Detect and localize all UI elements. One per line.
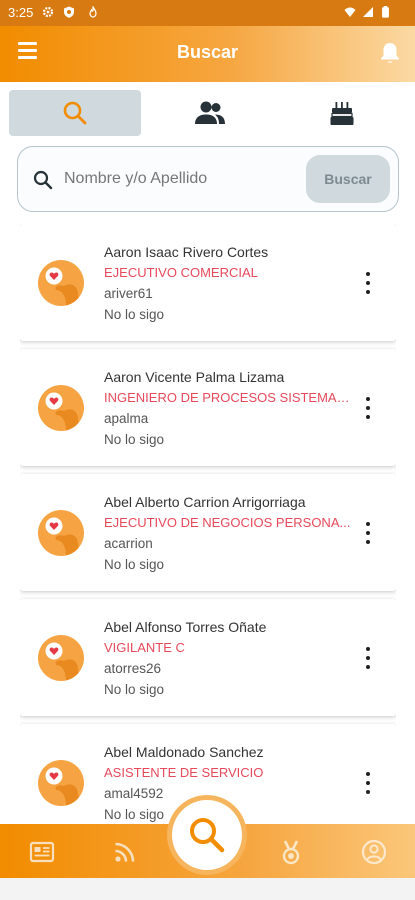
- tab-birthdays[interactable]: [276, 90, 408, 136]
- follow-status: No lo sigo: [104, 682, 165, 697]
- more-vert-icon: [366, 522, 370, 544]
- list-item[interactable]: Abel Alfonso Torres Oñate VIGILANTE C at…: [20, 599, 396, 716]
- search-icon: [63, 101, 87, 125]
- wifi-icon: [344, 7, 356, 17]
- more-options-button[interactable]: [356, 395, 380, 421]
- person-name: Aaron Vicente Palma Lizama: [104, 369, 285, 385]
- person-username: apalma: [104, 411, 149, 426]
- avatar: [38, 385, 84, 431]
- status-bar: 3:25: [0, 0, 415, 26]
- battery-icon: [382, 6, 389, 18]
- person-heart-icon: [45, 517, 80, 556]
- person-username: amal4592: [104, 786, 164, 801]
- person-name: Abel Maldonado Sanchez: [104, 744, 264, 760]
- nav-profile[interactable]: [360, 838, 388, 866]
- rss-icon: [115, 842, 135, 862]
- tab-search[interactable]: [9, 90, 141, 136]
- shield-icon: [64, 6, 74, 18]
- nav-news[interactable]: [28, 838, 56, 866]
- settings-icon: [42, 6, 54, 18]
- bell-icon: [381, 43, 399, 63]
- profile-icon: [361, 839, 387, 865]
- person-username: ariver61: [104, 286, 153, 301]
- avatar: [38, 510, 84, 556]
- search-input[interactable]: [64, 164, 304, 194]
- person-name: Abel Alberto Carrion Arrigorriaga: [104, 494, 306, 510]
- search-icon: [33, 170, 53, 190]
- nav-feed[interactable]: [111, 838, 139, 866]
- person-username: acarrion: [104, 536, 153, 551]
- follow-status: No lo sigo: [104, 807, 165, 822]
- nav-awards[interactable]: [277, 838, 305, 866]
- person-name: Aaron Isaac Rivero Cortes: [104, 244, 269, 260]
- more-options-button[interactable]: [356, 270, 380, 296]
- tab-bar: [0, 82, 415, 140]
- person-heart-icon: [45, 642, 80, 681]
- avatar: [38, 760, 84, 806]
- person-role: INGENIERO DE PROCESOS SISTEMAS ...: [104, 390, 358, 405]
- person-heart-icon: [45, 267, 80, 306]
- more-options-button[interactable]: [356, 520, 380, 546]
- signal-icon: [363, 7, 373, 17]
- results-list: Aaron Isaac Rivero Cortes EJECUTIVO COME…: [20, 224, 396, 824]
- follow-status: No lo sigo: [104, 557, 165, 572]
- avatar: [38, 635, 84, 681]
- person-role: VIGILANTE C: [104, 640, 185, 655]
- person-name: Abel Alfonso Torres Oñate: [104, 619, 267, 635]
- more-vert-icon: [366, 272, 370, 294]
- person-role: EJECUTIVO DE NEGOCIOS PERSONA...: [104, 515, 351, 530]
- fire-icon: [89, 6, 97, 18]
- follow-status: No lo sigo: [104, 432, 165, 447]
- search-box: Buscar: [17, 146, 399, 212]
- person-heart-icon: [45, 767, 80, 806]
- follow-status: No lo sigo: [104, 307, 165, 322]
- list-item[interactable]: Aaron Vicente Palma Lizama INGENIERO DE …: [20, 349, 396, 466]
- more-vert-icon: [366, 772, 370, 794]
- more-options-button[interactable]: [356, 770, 380, 796]
- person-role: EJECUTIVO COMERCIAL: [104, 265, 258, 280]
- list-item[interactable]: Aaron Isaac Rivero Cortes EJECUTIVO COME…: [20, 224, 396, 341]
- status-time: 3:25: [8, 5, 34, 20]
- person-username: atorres26: [104, 661, 162, 676]
- more-options-button[interactable]: [356, 645, 380, 671]
- nav-search-fab[interactable]: [172, 800, 242, 870]
- app-header: Buscar: [0, 26, 415, 82]
- system-gesture-bar: [0, 878, 415, 900]
- tab-people[interactable]: [144, 90, 276, 136]
- birthday-cake-icon: [330, 102, 354, 125]
- more-vert-icon: [366, 397, 370, 419]
- news-icon: [29, 841, 55, 863]
- page-title: Buscar: [176, 42, 239, 62]
- notifications-button[interactable]: [379, 41, 401, 65]
- person-role: ASISTENTE DE SERVICIO: [104, 765, 264, 780]
- list-item[interactable]: Abel Alberto Carrion Arrigorriaga EJECUT…: [20, 474, 396, 591]
- search-button[interactable]: Buscar: [306, 155, 390, 203]
- avatar: [38, 260, 84, 306]
- more-vert-icon: [366, 647, 370, 669]
- person-heart-icon: [45, 392, 80, 431]
- search-icon: [190, 818, 225, 853]
- people-icon: [195, 101, 225, 124]
- medal-icon: [282, 840, 300, 865]
